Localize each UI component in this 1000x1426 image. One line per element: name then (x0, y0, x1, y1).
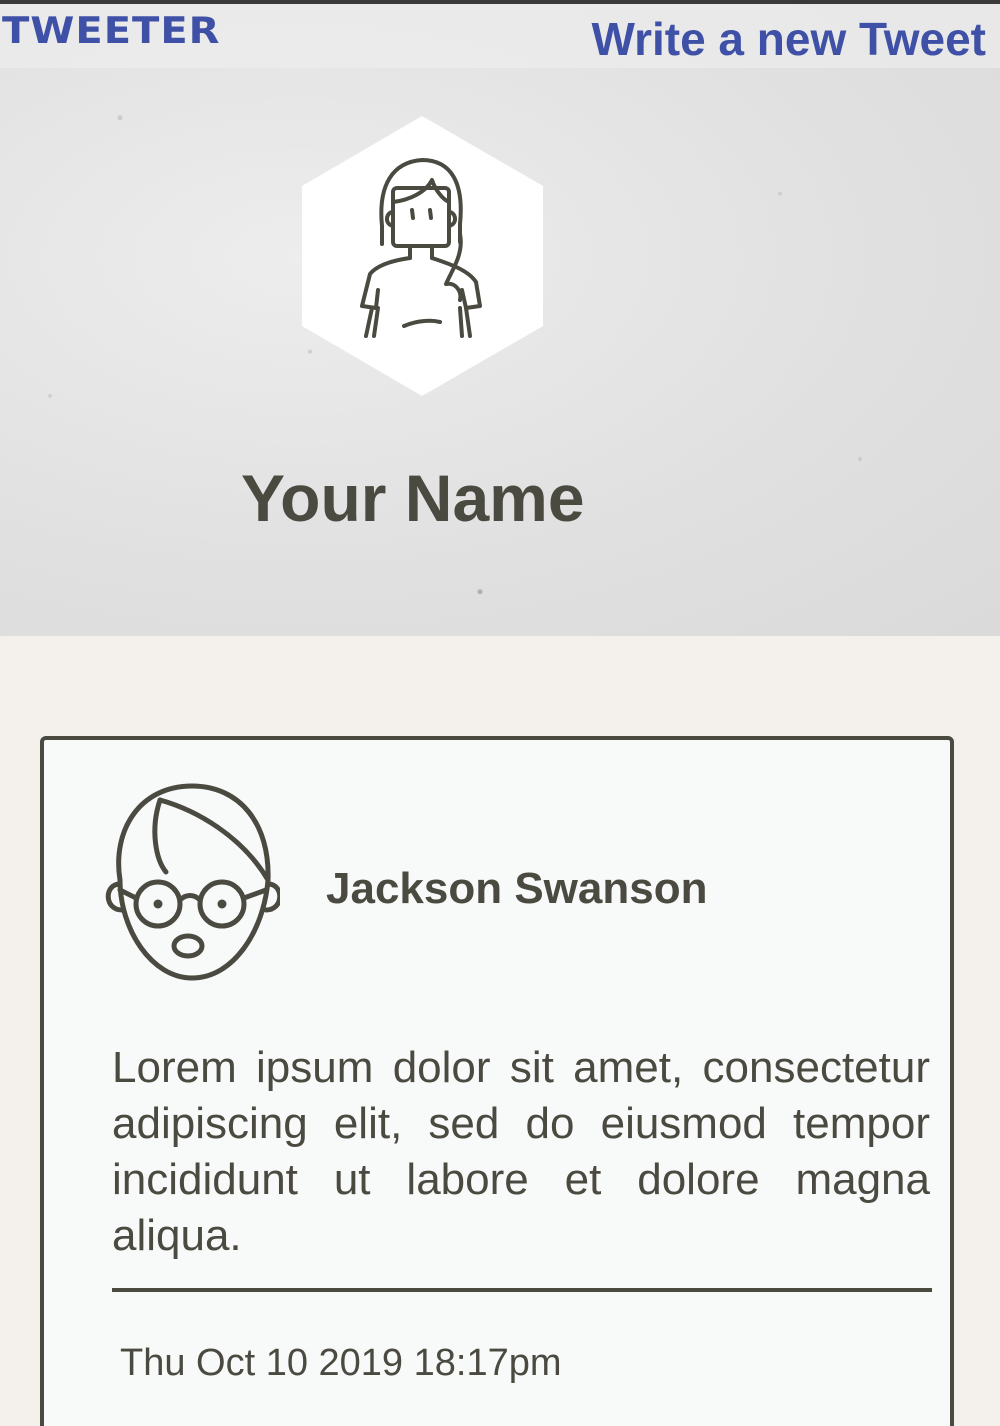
top-navbar: TWEETER Write a new Tweet (0, 4, 1000, 68)
page: Your Name TWEETER Write a new Tweet Jack… (0, 0, 1000, 1426)
write-new-tweet-link[interactable]: Write a new Tweet (591, 12, 986, 66)
tweet-divider (112, 1288, 932, 1292)
tweet-timestamp: Thu Oct 10 2019 18:17pm (120, 1342, 562, 1384)
profile-name: Your Name (241, 461, 585, 535)
man-with-glasses-avatar-icon (105, 783, 283, 981)
tweet-author-avatar (100, 780, 283, 990)
profile-avatar (300, 114, 545, 398)
tweet-author-name: Jackson Swanson (326, 864, 708, 913)
brand-logo[interactable]: TWEETER (2, 10, 220, 52)
woman-avatar-icon (302, 116, 543, 396)
tweet-content: Lorem ipsum dolor sit amet, consectetur … (112, 1043, 930, 1260)
tweet-card: Jackson Swanson Lorem ipsum dolor sit am… (40, 736, 954, 1426)
profile-header: Your Name (0, 4, 1000, 636)
